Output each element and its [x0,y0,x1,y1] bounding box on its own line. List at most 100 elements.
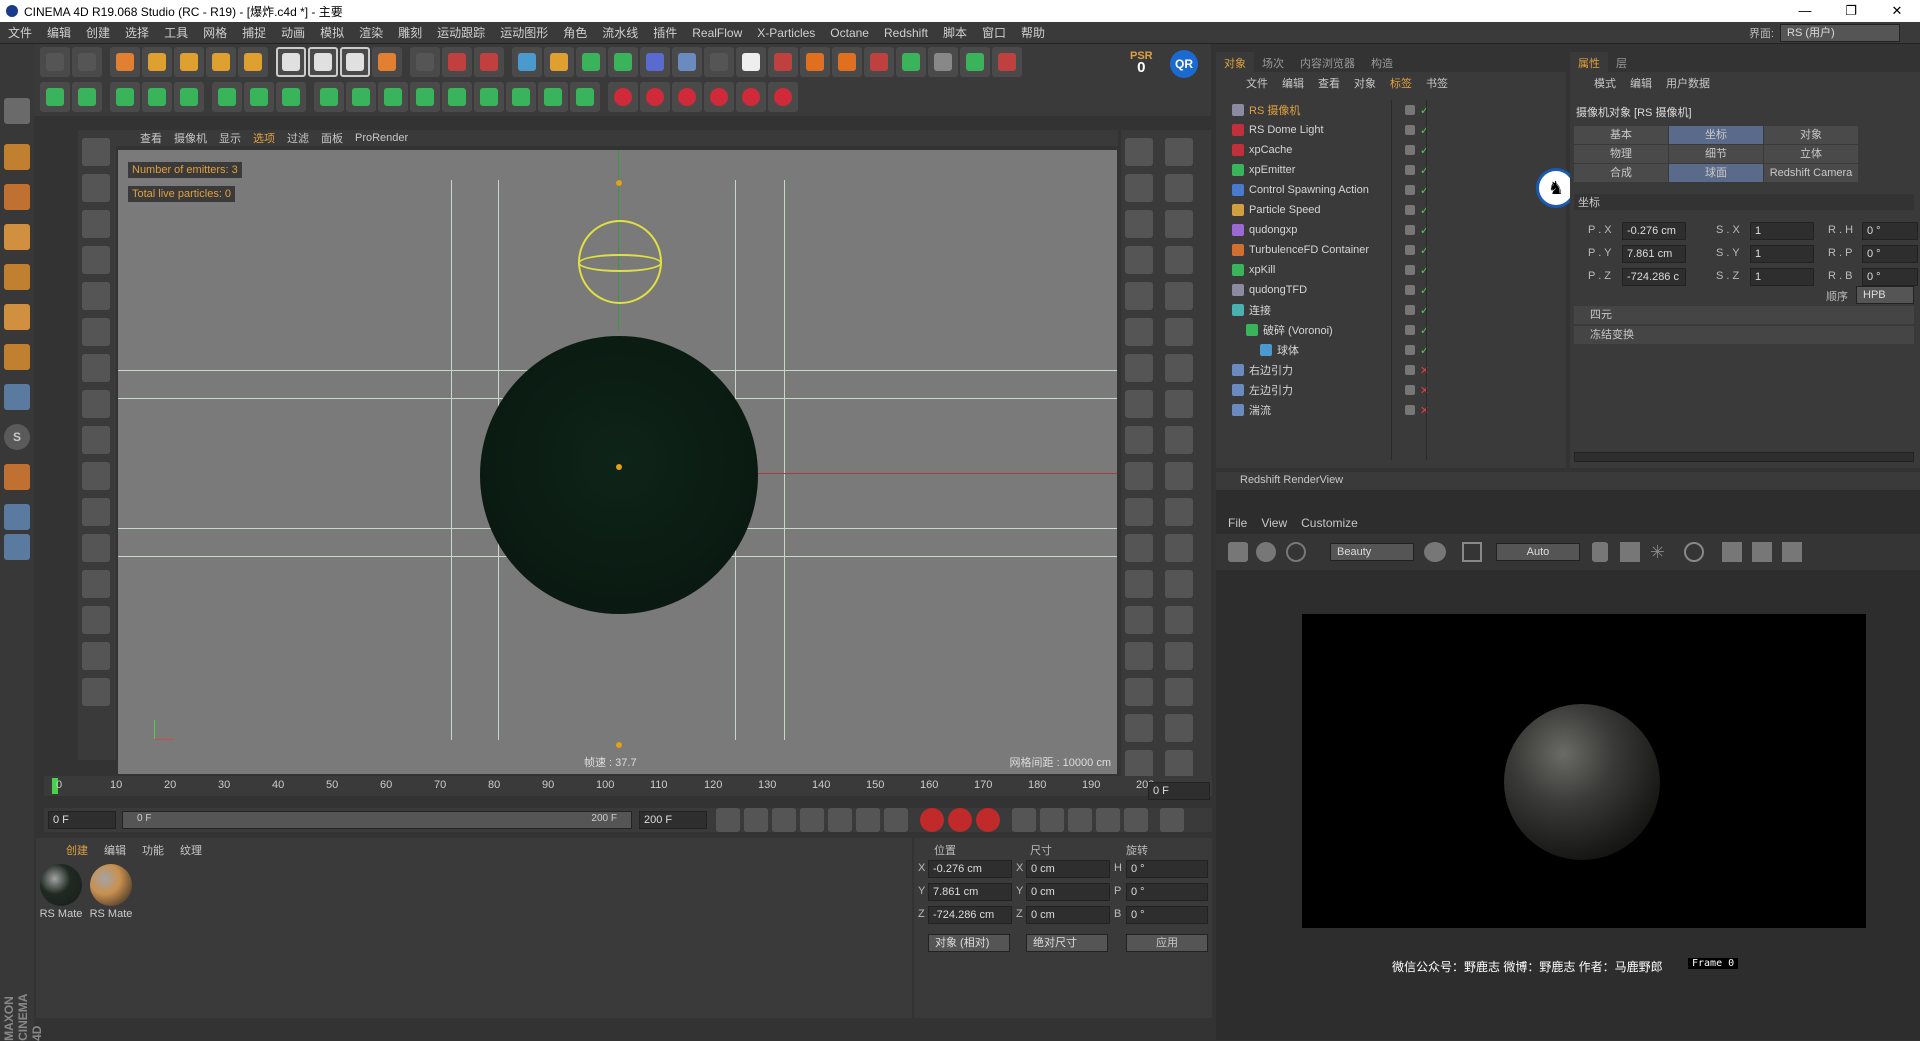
move-key-icon[interactable] [1012,808,1036,832]
attr-scale-field[interactable]: 1 [1750,222,1814,240]
object-preset-icon[interactable] [1165,462,1193,490]
enabled-check-icon[interactable]: ✓ [1420,304,1429,317]
pen-icon[interactable] [544,47,574,77]
menu-item[interactable]: 捕捉 [242,24,266,41]
render-view-icon[interactable] [410,47,440,77]
visibility-toggle-icon[interactable] [1405,305,1415,315]
extrude-icon[interactable] [174,82,204,112]
coord-rotation-field[interactable]: 0 ° [1126,883,1208,901]
object-tree-item[interactable]: qudongTFD ✓ [1224,280,1504,300]
transform-icon[interactable] [238,47,268,77]
menu-item[interactable]: Octane [830,26,869,40]
visibility-toggle-icon[interactable] [1405,365,1415,375]
menu-item[interactable]: 创建 [86,24,110,41]
text-icon[interactable] [474,82,504,112]
object-tree-item[interactable]: TurbulenceFD Container ✓ [1224,240,1504,260]
rs-icon-6[interactable] [768,82,798,112]
disabled-cross-icon[interactable]: ✕ [1420,364,1429,377]
workplane-icon[interactable] [4,534,30,560]
qr-button[interactable]: QR [1170,50,1198,78]
workplane-lock-icon[interactable] [4,504,30,530]
object-tree-item[interactable]: 湍流 ✕ [1224,400,1504,420]
rotate-icon[interactable] [206,47,236,77]
viewport-tool-icon[interactable] [82,462,110,490]
attribute-manager-tab[interactable]: 属性 [1570,52,1608,72]
enabled-check-icon[interactable]: ✓ [1420,204,1429,217]
point-key-icon[interactable] [1124,808,1148,832]
bridge-icon[interactable] [142,82,172,112]
viewport-tool-icon[interactable] [82,318,110,346]
current-frame-field[interactable]: 0 F [48,811,116,829]
coordinate-system-icon[interactable] [372,47,402,77]
visibility-toggle-icon[interactable] [1405,245,1415,255]
record-icon[interactable] [920,808,944,832]
menu-item[interactable]: 流水线 [602,24,638,41]
snowflake-icon[interactable]: ✳ [1650,542,1670,562]
snap-icon[interactable]: S [4,424,30,450]
edges-mode-icon[interactable] [4,264,30,290]
attribute-menu-item[interactable]: 模式 [1594,75,1616,91]
cloner-icon[interactable] [608,47,638,77]
magnet-icon[interactable] [4,464,30,490]
sphere-grid-icon[interactable] [928,47,958,77]
object-preset-icon[interactable] [1165,678,1193,706]
enabled-check-icon[interactable]: ✓ [1420,324,1429,337]
handle-point[interactable] [616,180,622,186]
object-preset-icon[interactable] [1125,354,1153,382]
rs-icon-1[interactable] [608,82,638,112]
attribute-subtab[interactable]: 立体 [1764,145,1858,163]
object-tree-item[interactable]: 连接 ✓ [1224,300,1504,320]
object-manager-tab[interactable]: 内容浏览器 [1292,52,1363,72]
polygons-mode-icon[interactable] [4,304,30,330]
rs-icon-2[interactable] [640,82,670,112]
menu-item[interactable]: 窗口 [982,24,1006,41]
prev-key-icon[interactable] [744,808,768,832]
attr-rotation-field[interactable]: 0 ° [1862,222,1918,240]
collapsed-group[interactable]: 冻结变换 [1574,326,1914,344]
order-select[interactable]: HPB [1856,286,1914,304]
menu-item[interactable]: 运动图形 [500,24,548,41]
visibility-toggle-icon[interactable] [1405,345,1415,355]
viewport-tool-icon[interactable] [82,174,110,202]
next-frame-icon[interactable] [828,808,852,832]
viewport-tool-icon[interactable] [82,570,110,598]
menu-item[interactable]: 动画 [281,24,305,41]
object-tree-item[interactable]: 球体 ✓ [1224,340,1504,360]
attribute-subtab[interactable]: 基本 [1574,126,1668,144]
pv-icon[interactable] [1782,542,1802,562]
object-preset-icon[interactable] [1165,210,1193,238]
object-preset-icon[interactable] [1125,210,1153,238]
coord-size-field[interactable]: 0 cm [1026,860,1110,878]
menu-item[interactable]: X-Particles [757,26,815,40]
menu-item[interactable]: 插件 [653,24,677,41]
cube-array-icon[interactable] [506,82,536,112]
visibility-toggle-icon[interactable] [1405,165,1415,175]
visibility-toggle-icon[interactable] [1405,265,1415,275]
disabled-cross-icon[interactable]: ✕ [1420,384,1429,397]
maximize-button[interactable]: ❐ [1828,0,1874,22]
enabled-check-icon[interactable]: ✓ [1420,344,1429,357]
viewport-tool-icon[interactable] [82,678,110,706]
material-swatch[interactable]: RS Mate [88,864,134,920]
mograph-icon[interactable] [346,82,376,112]
object-preset-icon[interactable] [1125,426,1153,454]
object-tree-item[interactable]: RS Dome Light ✓ [1224,120,1504,140]
object-preset-icon[interactable] [1165,498,1193,526]
layout-select[interactable]: RS (用户) [1780,24,1900,42]
object-preset-icon[interactable] [1125,498,1153,526]
rotate-key-icon[interactable] [1068,808,1092,832]
model-mode-icon[interactable] [4,98,30,124]
object-preset-icon[interactable] [1165,282,1193,310]
enabled-check-icon[interactable]: ✓ [1420,244,1429,257]
next-key-icon[interactable] [856,808,880,832]
object-tree-item[interactable]: 左边引力 ✕ [1224,380,1504,400]
xp-emitter-icon[interactable] [768,47,798,77]
coord-position-field[interactable]: 7.861 cm [928,883,1012,901]
render-settings-icon[interactable] [474,47,504,77]
viewport-tool-icon[interactable] [82,210,110,238]
object-preset-icon[interactable] [1165,534,1193,562]
render-menu-item[interactable]: View [1261,516,1287,530]
move-icon[interactable] [142,47,172,77]
coord-position-field[interactable]: -724.286 cm [928,906,1012,924]
lock-icon[interactable] [1592,542,1608,562]
